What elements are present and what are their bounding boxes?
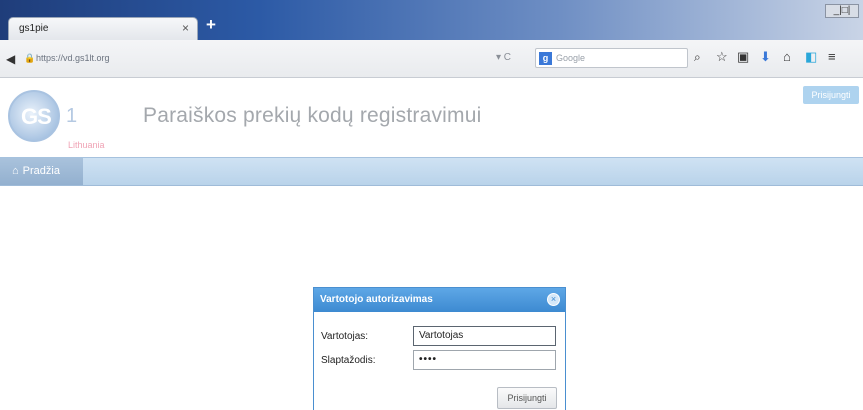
username-field[interactable]: Vartotojas <box>413 326 556 346</box>
navigation-bar: ◀ 🔒 https://vd.gs1lt.org ▾ C g Google ⌕ … <box>0 40 863 78</box>
username-label: Vartotojas: <box>321 331 369 342</box>
close-icon[interactable]: × <box>547 293 560 306</box>
header-login-button[interactable]: Prisijungti <box>803 86 859 104</box>
search-box[interactable]: g Google <box>535 48 688 68</box>
browser-tab[interactable]: gs1pie × <box>8 17 198 41</box>
page-title: Paraiškos prekių kodų registravimui <box>143 104 482 127</box>
back-arrow-icon[interactable]: ◀ <box>6 52 15 66</box>
menu-item-home[interactable]: ⌂ Pradžia <box>0 158 83 185</box>
browser-window: gs1pie × + _|□| ◀ 🔒 https://vd.gs1lt.org… <box>0 0 863 410</box>
reload-icon[interactable]: ▾ C <box>496 52 511 63</box>
download-icon[interactable]: ⬇ <box>760 49 771 65</box>
lock-icon: 🔒 <box>24 53 36 63</box>
tab-close-icon[interactable]: × <box>182 21 189 35</box>
menu-home-label: Pradžia <box>22 165 60 177</box>
logo-subtitle: Lithuania <box>68 140 105 150</box>
login-dialog: Vartotojo autorizavimas × Vartotojas: Va… <box>313 287 566 410</box>
password-label: Slaptažodis: <box>321 355 376 366</box>
menu-bar: ⌂ Pradžia <box>0 157 863 186</box>
home-icon: ⌂ <box>12 165 19 177</box>
tab-title: gs1pie <box>19 23 49 34</box>
login-submit-button[interactable]: Prisijungti <box>497 387 557 409</box>
addon-icon[interactable]: ◧ <box>805 49 817 65</box>
search-engine-icon: g <box>539 52 552 65</box>
home-icon[interactable]: ⌂ <box>783 49 791 64</box>
window-controls[interactable]: _|□| <box>825 4 859 18</box>
bookmark-star-icon[interactable]: ☆ <box>716 49 728 65</box>
title-bar: gs1pie × + _|□| <box>0 0 863 41</box>
logo-text: GS <box>21 104 52 129</box>
address-bar[interactable]: https://vd.gs1lt.org <box>36 53 110 63</box>
menu-icon[interactable]: ≡ <box>828 49 836 64</box>
password-field[interactable]: •••• <box>413 350 556 370</box>
new-tab-icon[interactable]: + <box>206 15 216 35</box>
clipboard-icon[interactable]: ▣ <box>737 49 749 65</box>
logo-number: 1 <box>66 105 78 127</box>
magnifier-icon[interactable]: ⌕ <box>694 50 701 65</box>
dialog-header[interactable]: Vartotojo autorizavimas × <box>314 288 565 312</box>
search-placeholder: Google <box>556 53 586 63</box>
dialog-title: Vartotojo autorizavimas <box>320 294 433 305</box>
